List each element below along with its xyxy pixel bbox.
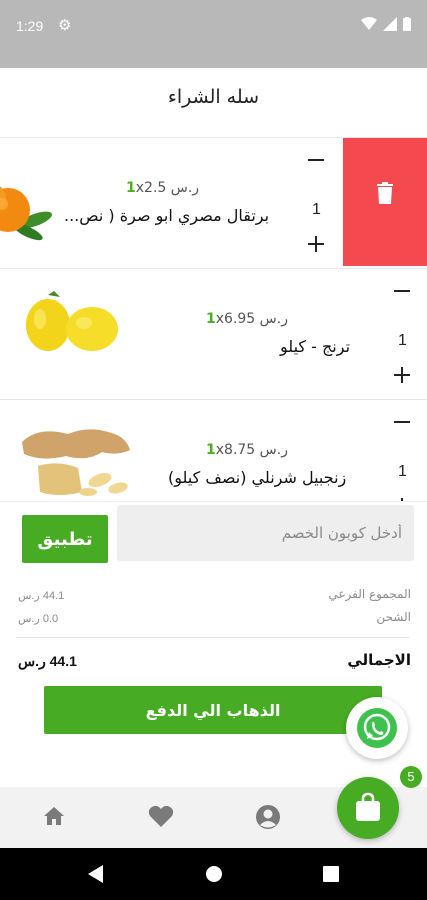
item-quantity-sep: x (135, 180, 145, 196)
coupon-input[interactable] (117, 505, 414, 561)
cart-button[interactable] (337, 777, 399, 839)
app-header: سله الشراء (0, 68, 427, 132)
trash-icon (377, 182, 393, 204)
back-icon[interactable] (88, 865, 104, 883)
heart-icon[interactable] (148, 804, 174, 828)
cart-count-badge: 5 (400, 766, 422, 788)
apply-coupon-button[interactable]: تطبيق (22, 515, 108, 563)
item-quantity-sep: x (215, 311, 225, 327)
system-navigation-bar (0, 848, 427, 900)
status-icons (361, 17, 411, 31)
item-name: زنجبيل شرنلي (نصف كيلو) (168, 468, 347, 487)
subtotal-value: 44.1 ر.س (18, 590, 65, 602)
shipping-label: الشحن (376, 610, 411, 624)
item-price-value: ر.س 6.95 (224, 311, 288, 327)
item-quantity-sep: x (215, 442, 225, 458)
cart-list[interactable]: 1xر.س 2.5 برتقال مصري ابو صرة ( نص... 1 … (0, 137, 427, 501)
decrease-quantity-button[interactable] (390, 279, 414, 303)
delete-item-button[interactable] (343, 138, 427, 266)
item-name: ترنج - كيلو (280, 337, 351, 356)
signal-icon (383, 17, 397, 31)
item-quantity: 1 (398, 463, 407, 480)
item-quantity-prefix: 1 (206, 442, 216, 458)
citron-image (26, 291, 118, 351)
home-icon[interactable] (42, 804, 66, 828)
page-title: سله الشراء (167, 86, 260, 108)
item-price: 1xر.س 2.5 (126, 180, 199, 196)
item-price: 1xر.س 8.75 (206, 442, 288, 458)
whatsapp-button[interactable] (346, 697, 408, 759)
shopping-bag-icon (356, 792, 380, 821)
subtotal-label: المجموع الفرعي (328, 587, 411, 601)
checkout-button[interactable]: الذهاب الي الدفع (44, 686, 382, 734)
recents-icon[interactable] (323, 866, 339, 882)
item-quantity: 1 (398, 332, 407, 349)
account-icon[interactable] (255, 804, 281, 830)
divider (16, 637, 409, 638)
shipping-value: 0.0 ر.س (18, 613, 59, 625)
home-system-icon[interactable] (206, 866, 222, 882)
item-name: برتقال مصري ابو صرة ( نص... (64, 206, 270, 225)
decrease-quantity-button[interactable] (304, 148, 328, 172)
item-quantity-prefix: 1 (206, 311, 216, 327)
whatsapp-icon (357, 708, 397, 748)
total-label: الاجمالي (347, 651, 411, 669)
status-bar: 1:29 ⚙ (0, 0, 427, 68)
cart-item[interactable]: 1xر.س 2.5 برتقال مصري ابو صرة ( نص... 1 (0, 137, 427, 266)
item-price-value: ر.س 2.5 (144, 180, 200, 196)
coupon-row: تطبيق (0, 501, 427, 573)
wifi-icon (361, 17, 377, 30)
increase-quantity-button[interactable] (390, 494, 414, 501)
item-price-value: ر.س 8.75 (224, 442, 288, 458)
item-price: 1xر.س 6.95 (206, 311, 288, 327)
increase-quantity-button[interactable] (304, 232, 328, 256)
total-value: 44.1 ر.س (18, 653, 77, 669)
status-time: 1:29 (16, 18, 44, 34)
orange-image (0, 186, 53, 241)
ginger-image (22, 429, 130, 496)
battery-icon (403, 17, 411, 31)
cart-item[interactable]: 1xر.س 8.75 زنجبيل شرنلي (نصف كيلو) 1 (0, 399, 427, 501)
cart-item[interactable]: 1xر.س 6.95 ترنج - كيلو 1 (0, 268, 427, 396)
item-quantity-prefix: 1 (126, 180, 136, 196)
settings-icon: ⚙ (58, 16, 72, 34)
item-quantity: 1 (312, 201, 321, 218)
decrease-quantity-button[interactable] (390, 410, 414, 434)
increase-quantity-button[interactable] (390, 363, 414, 387)
